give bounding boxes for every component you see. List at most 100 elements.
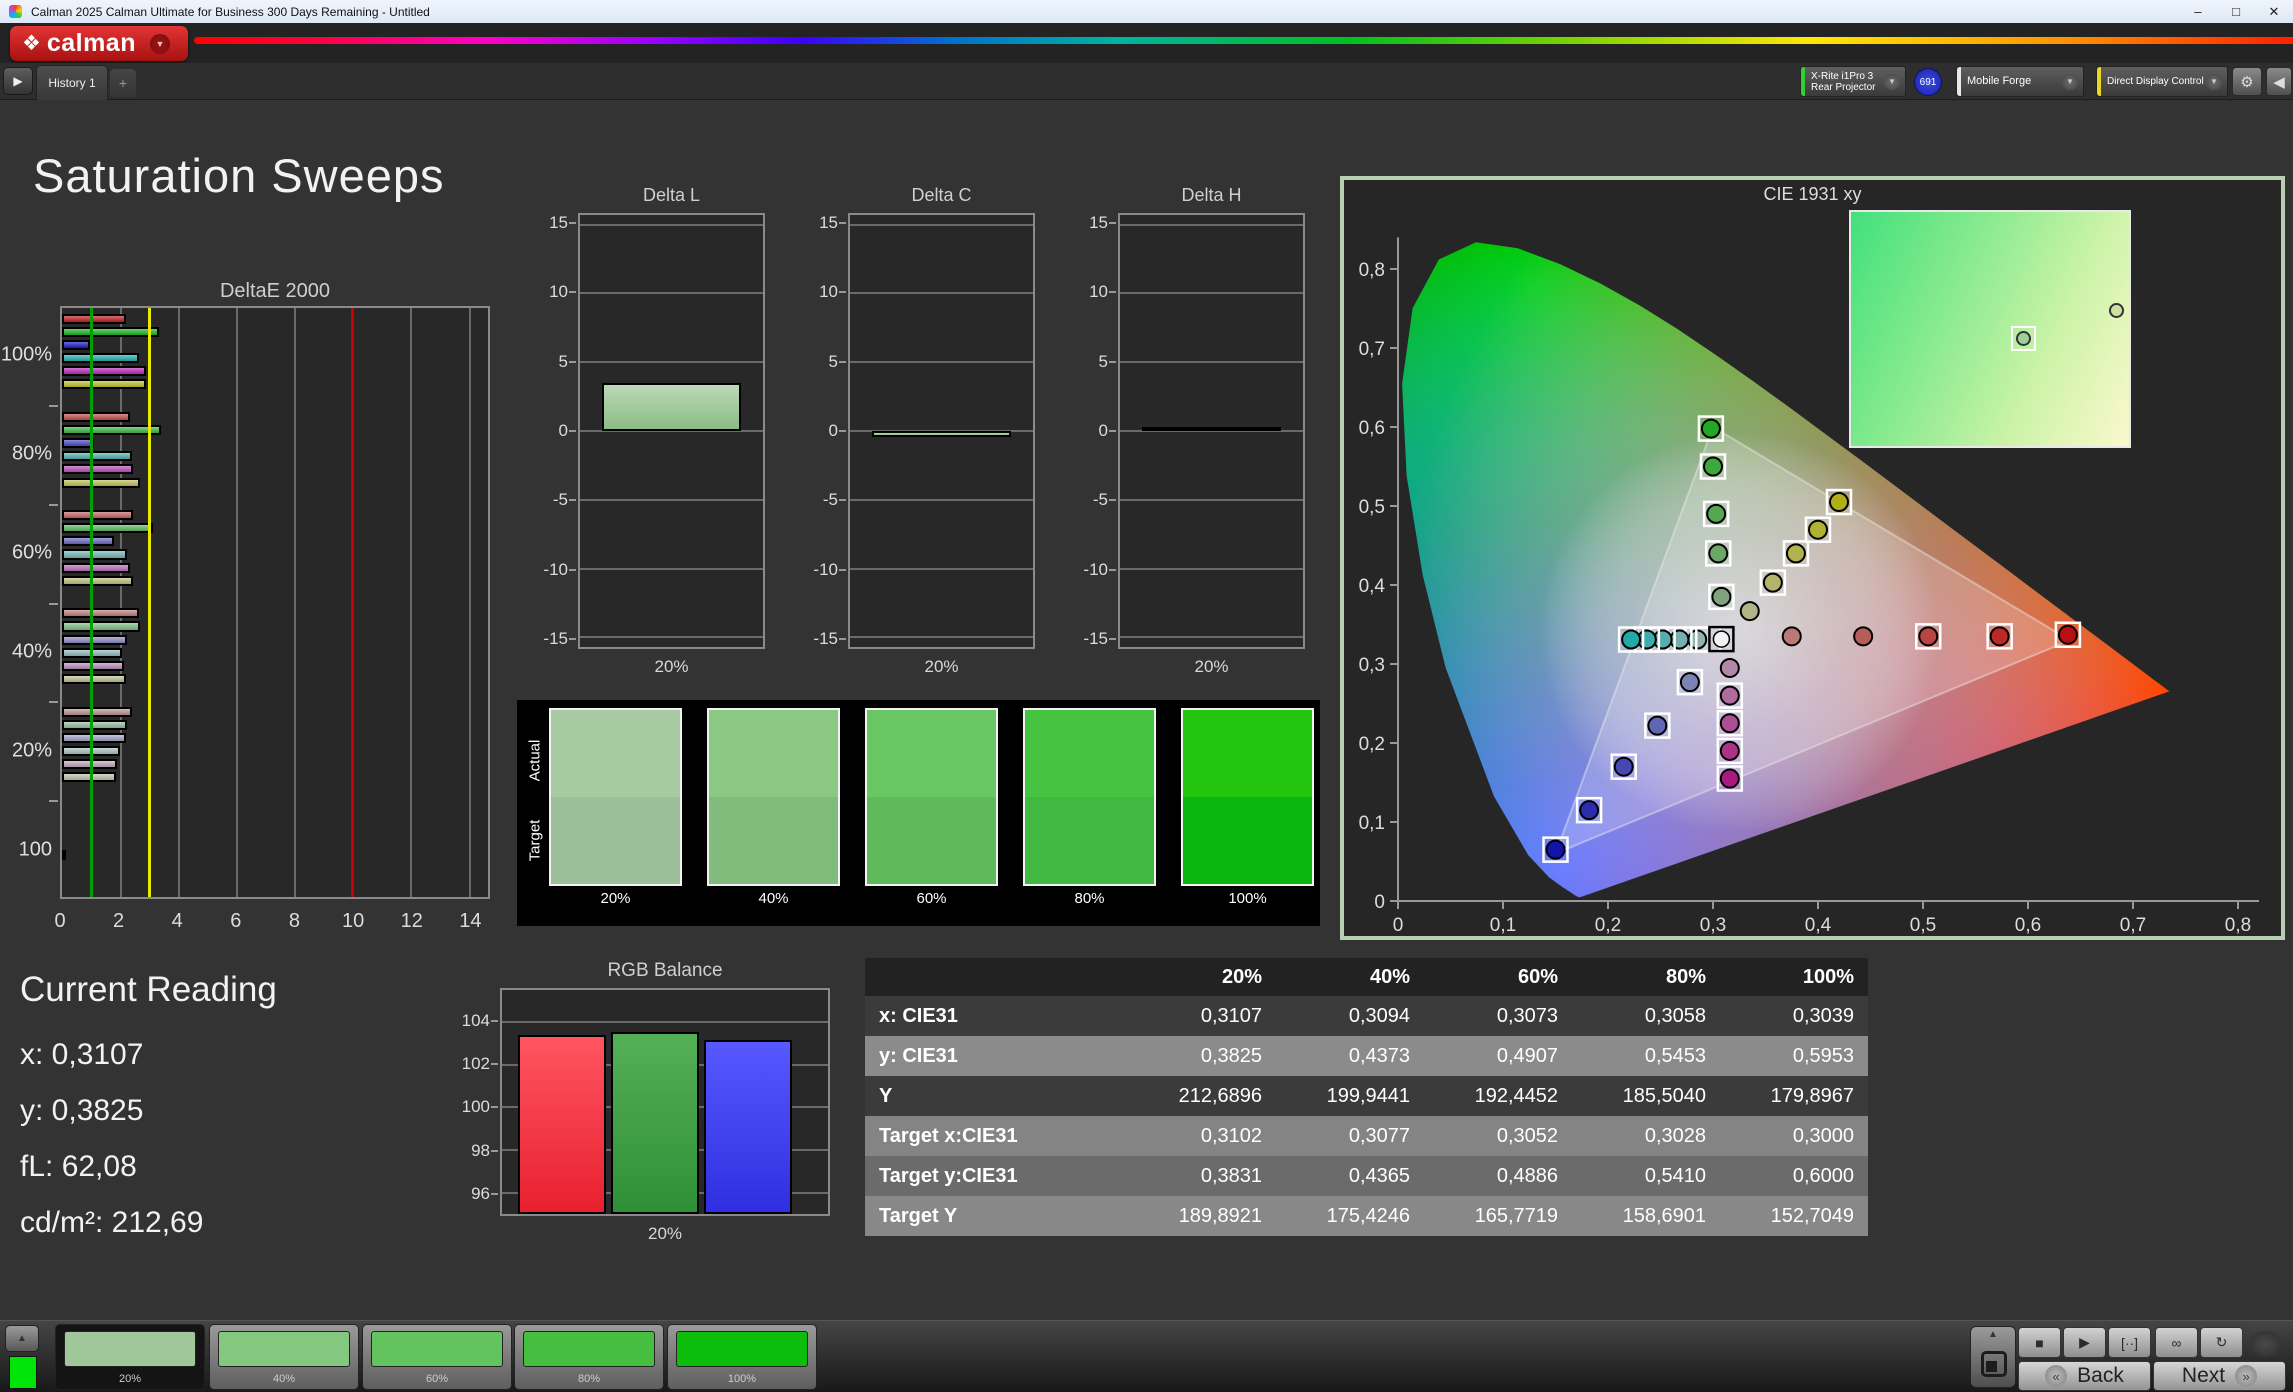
measure-icon[interactable]: [··]: [2108, 1327, 2151, 1358]
continuous-icon[interactable]: ∞: [2155, 1327, 2198, 1358]
calman-menu-button[interactable]: ❖ calman ▼: [10, 26, 188, 61]
swatch-box: [1023, 708, 1156, 886]
gridline: [580, 498, 763, 501]
stop-icon[interactable]: ■: [2018, 1327, 2061, 1358]
measured-point-green: [1708, 543, 1729, 564]
table-cell: 189,8921: [1178, 1204, 1262, 1227]
row-label: Y: [879, 1084, 893, 1107]
axis-label: -5: [822, 490, 838, 510]
svg-text:0,2: 0,2: [1359, 734, 1385, 755]
x-axis-label: 20%: [1194, 657, 1229, 676]
reference-line: [90, 308, 94, 897]
actual-swatch: [1025, 710, 1154, 797]
pattern-button-100%[interactable]: 100%: [667, 1324, 817, 1390]
column-header: 60%: [1517, 965, 1558, 988]
gear-icon[interactable]: ⚙: [2232, 67, 2262, 96]
table-row: Target x:CIE31 0,3102 0,3077 0,3052 0,3028 0,…: [865, 1116, 1868, 1156]
next-button[interactable]: Next »: [2153, 1361, 2286, 1391]
delta-h-chart: Delta H 15 10 5 0 -5 -10 -15 20%: [1068, 185, 1308, 685]
bar: [62, 412, 131, 423]
pattern-button-60%[interactable]: 60%: [362, 1324, 512, 1390]
source-name: Mobile Forge: [1967, 75, 2032, 87]
column-header: 40%: [1369, 965, 1410, 988]
calman-window: Calman 2025 Calman Ultimate for Business…: [0, 0, 2293, 1392]
axis-tick: [839, 430, 846, 432]
collapse-panel-icon[interactable]: ◀: [2266, 67, 2292, 96]
close-icon[interactable]: ✕: [2255, 0, 2293, 23]
window-title: Calman 2025 Calman Ultimate for Business…: [31, 4, 430, 19]
play-icon[interactable]: ▶: [2063, 1327, 2106, 1358]
meter-count-badge[interactable]: 691: [1914, 68, 1942, 96]
actual-swatch: [551, 710, 680, 797]
measured-point-blue: [1545, 839, 1566, 860]
target-swatch: [1183, 797, 1312, 884]
svg-text:0,8: 0,8: [2225, 915, 2251, 936]
maximize-icon[interactable]: □: [2217, 0, 2255, 23]
rgb-x-label: 20%: [647, 1224, 683, 1243]
table-cell: 0,3102: [1200, 1124, 1262, 1147]
measured-point-cyan: [1621, 629, 1642, 650]
measured-point-blue: [1613, 756, 1634, 777]
swatch-step: 80%: [1023, 708, 1156, 907]
pattern-button-20%[interactable]: 20%: [55, 1324, 205, 1390]
current-pattern-swatch[interactable]: [9, 1356, 37, 1389]
table-cell: 0,3073: [1496, 1004, 1558, 1027]
svg-text:0,6: 0,6: [1359, 418, 1385, 439]
pattern-button-40%[interactable]: 40%: [209, 1324, 359, 1390]
deltae2000-chart: DeltaE 2000 100% 80% 60% 40% 20% 100 0 2 4 6 8 10 1…: [1, 280, 502, 940]
gridline: [502, 1020, 828, 1023]
y-axis: 15 10 5 0 -5 -10 -15: [1068, 213, 1116, 649]
actual-swatch: [709, 710, 838, 797]
source-dropdown[interactable]: Mobile Forge ▼: [1956, 66, 2084, 97]
axis-label: 15: [1089, 212, 1108, 232]
swatch-step: 100%: [1181, 708, 1314, 907]
pattern-button-80%[interactable]: 80%: [514, 1324, 664, 1390]
table-row: Target Y 189,8921 175,4246 165,7719 158,6901…: [865, 1196, 1868, 1236]
bar: [62, 523, 154, 534]
axis-label: 0: [558, 421, 568, 440]
tab-history-1[interactable]: History 1: [36, 65, 108, 100]
gridline: [580, 567, 763, 570]
table-cell: 0,4907: [1496, 1044, 1558, 1067]
pattern-options-button[interactable]: ▲: [5, 1325, 39, 1352]
measured-point-green: [1703, 456, 1723, 477]
display-control-dropdown[interactable]: Direct Display Control ▼: [2096, 66, 2228, 97]
table-header-row: 20% 40% 60% 80% 100%: [865, 958, 1868, 996]
table-cell: 0,3094: [1348, 1004, 1410, 1027]
rgb-y-axis: 104 102 100 98 96: [450, 988, 498, 1216]
white-point: [1712, 630, 1731, 648]
axis-label: -15: [813, 629, 838, 649]
table-cell: 152,7049: [1770, 1204, 1854, 1227]
measured-point-magenta: [1719, 713, 1740, 734]
gridline: [1120, 567, 1303, 570]
axis-tick: [49, 800, 58, 803]
swatch-label: 40%: [758, 890, 789, 907]
svg-text:0,7: 0,7: [1359, 339, 1385, 360]
next-icon: »: [2235, 1365, 2258, 1387]
svg-text:0,7: 0,7: [2120, 915, 2146, 936]
back-button[interactable]: « Back: [2018, 1361, 2151, 1391]
table-cell: 0,4886: [1496, 1164, 1558, 1187]
axis-tick: [1109, 568, 1116, 571]
axis-tick: [49, 701, 58, 704]
minimize-icon[interactable]: –: [2179, 0, 2217, 23]
meter-dropdown[interactable]: X-Rite i1Pro 3 Rear Projector ▼: [1800, 66, 1906, 97]
measured-point-cyan: [1669, 629, 1690, 650]
window-pattern-button[interactable]: ▲: [1970, 1326, 2016, 1388]
add-tab-button[interactable]: +: [110, 69, 136, 97]
axis-tick: [491, 1149, 498, 1152]
sidebar-expand-button[interactable]: ▶: [3, 67, 33, 95]
current-reading-title: Current Reading: [20, 970, 277, 1009]
gridline: [1120, 292, 1303, 295]
loop-icon[interactable]: ↻: [2200, 1327, 2243, 1358]
axis-label: 10: [341, 910, 365, 932]
gridline: [1120, 223, 1303, 226]
axis-tick: [49, 602, 58, 605]
axis-tick: [491, 1193, 498, 1196]
bar: [62, 673, 126, 684]
table-row: Target y:CIE31 0,3831 0,4365 0,4886 0,5410 0,…: [865, 1156, 1868, 1196]
axis-tick: [569, 638, 576, 641]
measured-point-red: [1853, 626, 1874, 647]
table-cell: 0,4373: [1348, 1044, 1410, 1067]
cie-1931-panel: CIE 1931 xy 0 0,1 0,2 0,3 0,4 0,5 0,6 0,7 0,8 0 0,…: [1340, 176, 2285, 940]
